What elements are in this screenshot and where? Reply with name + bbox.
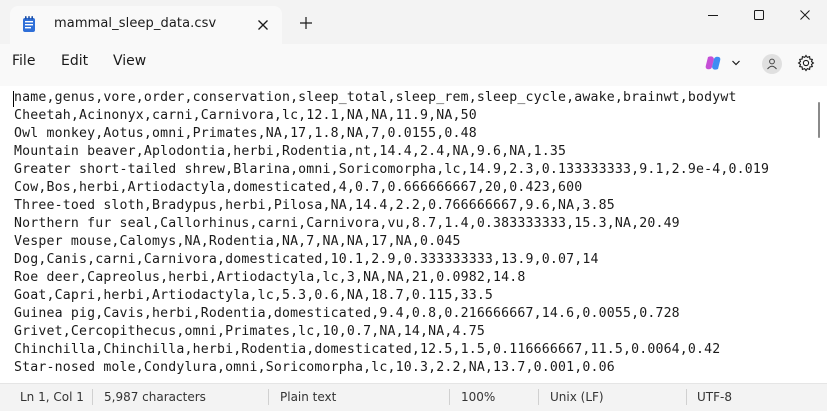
copilot-icon [705, 56, 721, 70]
text-line: Owl monkey,Aotus,omni,Primates,NA,17,1.8… [14, 126, 477, 141]
text-line: Three-toed sloth,Bradypus,herbi,Pilosa,N… [14, 198, 615, 213]
text-editor[interactable]: name,genus,vore,order,conservation,sleep… [0, 86, 827, 378]
status-divider [538, 389, 539, 405]
minimize-button[interactable] [690, 4, 736, 26]
text-line: Greater short-tailed shrew,Blarina,omni,… [14, 162, 770, 177]
text-line: name,genus,vore,order,conservation,sleep… [14, 90, 737, 105]
menu-file[interactable]: File [12, 48, 35, 74]
close-tab-icon[interactable] [255, 17, 271, 33]
tab-title: mammal_sleep_data.csv [54, 16, 217, 31]
zoom-level[interactable]: 100% [461, 390, 495, 404]
text-line: Roe deer,Capreolus,herbi,Artiodactyla,lc… [14, 270, 526, 285]
text-line: Cow,Bos,herbi,Artiodactyla,domesticated,… [14, 180, 583, 195]
text-line: Star-nosed mole,Condylura,omni,Soricomor… [14, 360, 615, 375]
text-line: Grivet,Cercopithecus,omni,Primates,lc,10… [14, 324, 485, 339]
menu-bar: File Edit View [0, 44, 827, 86]
text-line: Mountain beaver,Aplodontia,herbi,Rodenti… [14, 144, 567, 159]
status-divider [686, 389, 687, 405]
copilot-button[interactable] [704, 52, 744, 74]
cursor-position: Ln 1, Col 1 [20, 390, 84, 404]
maximize-icon [754, 10, 764, 20]
text-line: Northern fur seal,Callorhinus,carni,Carn… [14, 216, 680, 231]
text-line: Goat,Capri,herbi,Artiodactyla,lc,5.3,0.6… [14, 288, 494, 303]
account-icon [767, 58, 777, 70]
minimize-icon [708, 15, 718, 16]
maximize-button[interactable] [736, 4, 782, 26]
status-divider [449, 389, 450, 405]
status-divider [268, 389, 269, 405]
text-line: Vesper mouse,Calomys,NA,Rodentia,NA,7,NA… [14, 234, 461, 249]
document-tab[interactable]: mammal_sleep_data.csv [10, 6, 282, 44]
chevron-down-icon [732, 60, 740, 66]
menu-view[interactable]: View [113, 48, 146, 74]
line-ending[interactable]: Unix (LF) [550, 390, 604, 404]
text-line: Dog,Canis,carni,Carnivora,domesticated,1… [14, 252, 599, 267]
status-bar: Ln 1, Col 1 5,987 characters Plain text … [0, 383, 827, 411]
encoding[interactable]: UTF-8 [697, 390, 732, 404]
vertical-scrollbar[interactable] [818, 102, 820, 138]
account-button[interactable] [762, 54, 782, 74]
gear-icon [797, 54, 815, 72]
notepad-icon [23, 16, 35, 32]
new-tab-icon[interactable] [298, 15, 314, 31]
text-format[interactable]: Plain text [280, 390, 336, 404]
text-line: Cheetah,Acinonyx,carni,Carnivora,lc,12.1… [14, 108, 477, 123]
close-icon [800, 10, 810, 20]
settings-button[interactable] [797, 54, 815, 72]
status-divider [92, 389, 93, 405]
character-count: 5,987 characters [104, 390, 206, 404]
editor-lines: name,genus,vore,order,conservation,sleep… [14, 89, 769, 377]
close-window-button[interactable] [782, 4, 827, 26]
text-line: Guinea pig,Cavis,herbi,Rodentia,domestic… [14, 306, 680, 321]
title-bar: mammal_sleep_data.csv [0, 0, 827, 44]
text-line: Chinchilla,Chinchilla,herbi,Rodentia,dom… [14, 342, 721, 357]
menu-edit[interactable]: Edit [61, 48, 88, 74]
